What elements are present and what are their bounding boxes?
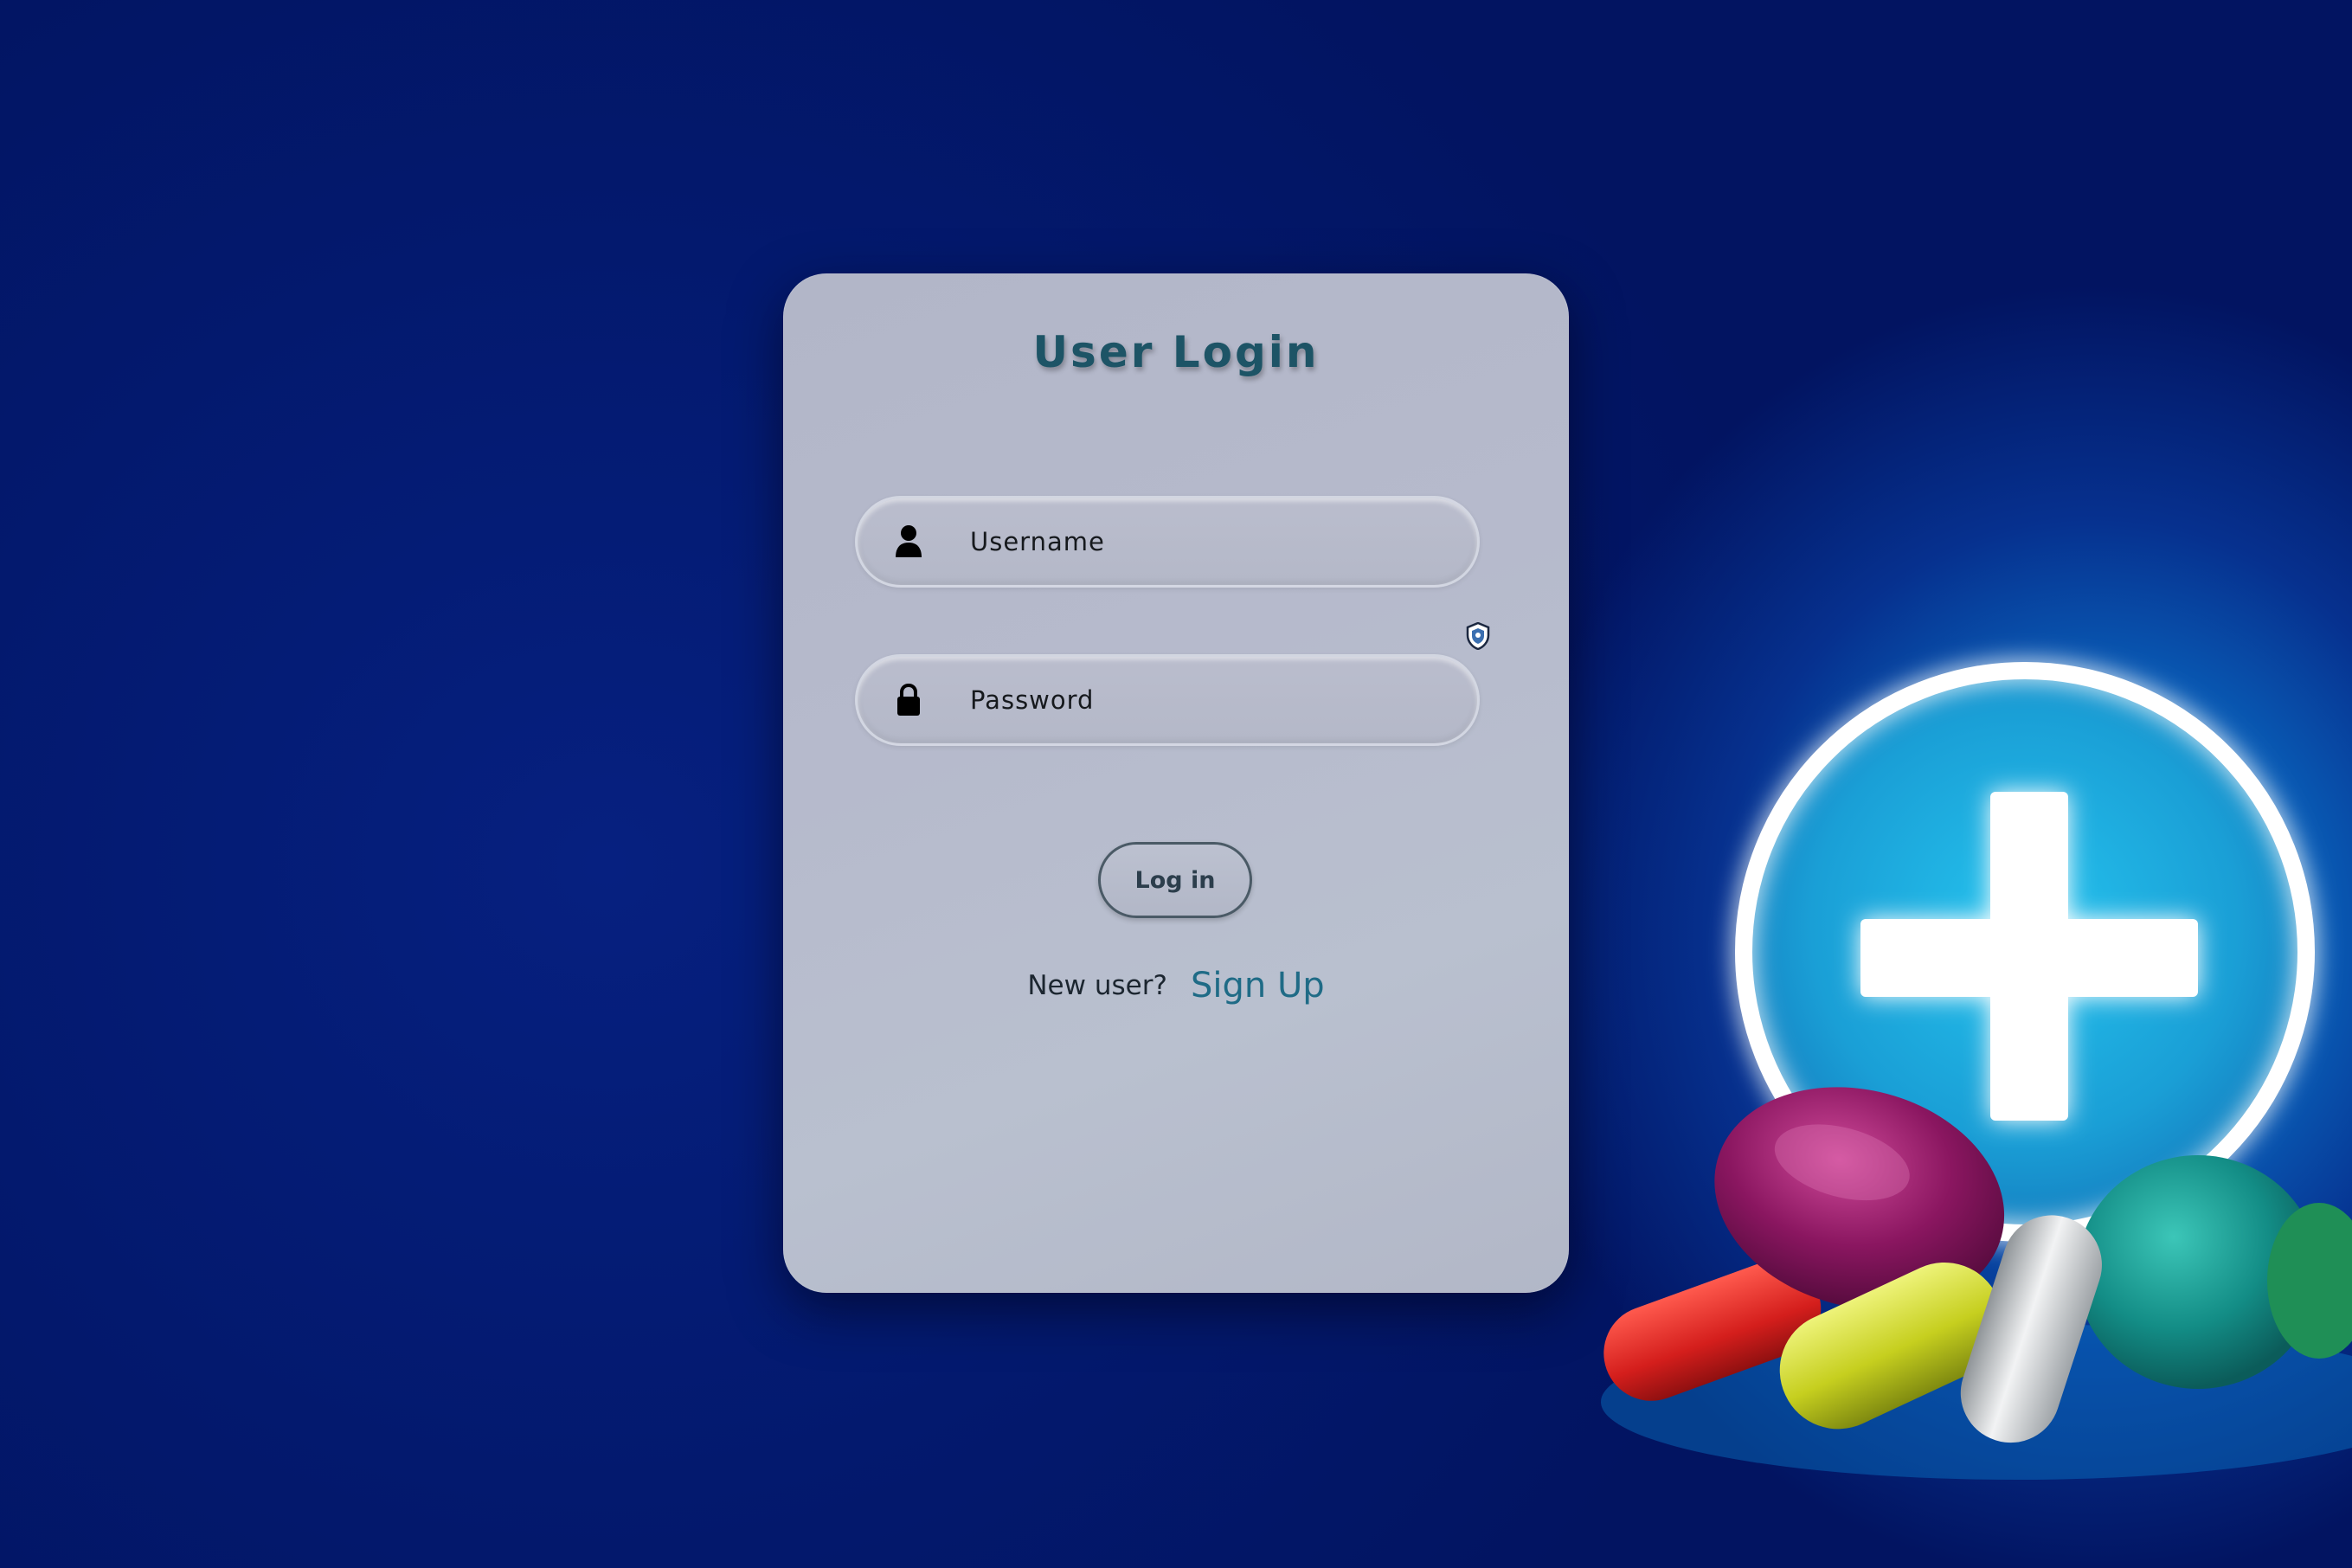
sign-up-link[interactable]: Sign Up bbox=[1191, 966, 1325, 1006]
login-page: User Login Log in New user? Sign Up bbox=[0, 0, 2352, 1568]
username-field[interactable] bbox=[855, 496, 1480, 588]
login-title: User Login bbox=[1032, 327, 1320, 377]
shield-icon[interactable] bbox=[1466, 622, 1490, 650]
login-card: User Login Log in New user? Sign Up bbox=[783, 273, 1569, 1293]
user-icon bbox=[896, 525, 922, 557]
password-field[interactable] bbox=[855, 654, 1480, 746]
signup-row: New user? Sign Up bbox=[783, 966, 1569, 1006]
new-user-text: New user? bbox=[1027, 970, 1167, 1001]
username-input[interactable] bbox=[968, 498, 1443, 585]
login-button[interactable]: Log in bbox=[1098, 842, 1252, 918]
password-input[interactable] bbox=[968, 657, 1443, 743]
lock-icon bbox=[897, 683, 920, 716]
